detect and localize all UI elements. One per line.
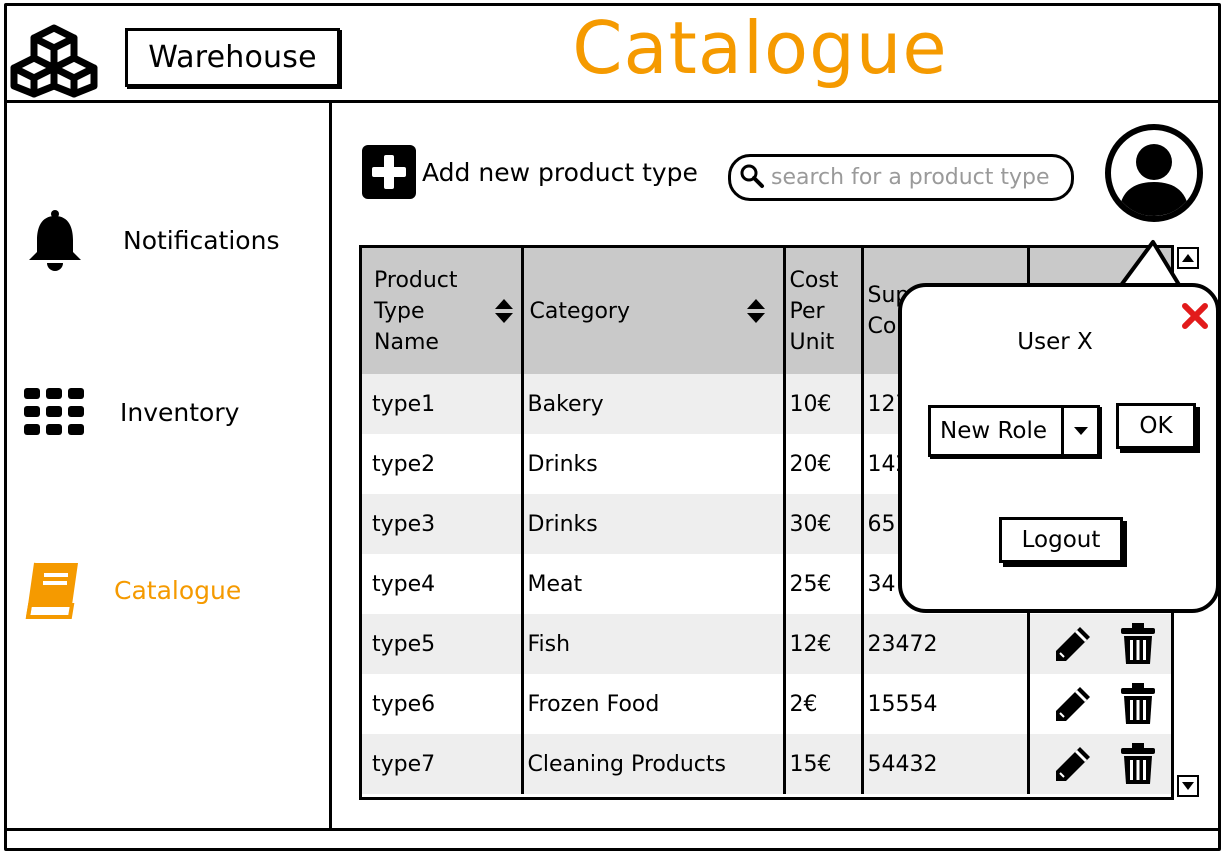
cell-category: Frozen Food — [522, 674, 786, 734]
header-word: Product — [374, 267, 458, 293]
cell-category: Meat — [522, 554, 786, 614]
edit-pencil-icon[interactable] — [1052, 683, 1094, 725]
add-product-type-button[interactable]: Add new product type — [362, 145, 698, 199]
sidebar-item-label: Inventory — [120, 397, 240, 427]
search-icon — [739, 163, 765, 193]
app-name-label: Warehouse — [125, 28, 340, 87]
delete-trash-icon[interactable] — [1118, 682, 1158, 726]
header-word: Category — [529, 298, 631, 324]
cell-cost: 20€ — [784, 434, 864, 494]
cell-category: Bakery — [522, 374, 786, 434]
bell-icon — [20, 208, 90, 272]
cell-code: 54432 — [862, 734, 1030, 794]
table-row[interactable]: type6 Frozen Food 2€ 15554 — [362, 674, 1174, 734]
cell-cost: 15€ — [784, 734, 864, 794]
role-select-value: New Role — [940, 418, 1048, 444]
cell-name: type6 — [362, 674, 524, 734]
header-word: Co — [867, 314, 897, 339]
boxes-logo-icon — [10, 20, 102, 98]
user-name-label: User X — [1017, 329, 1093, 355]
delete-trash-icon[interactable] — [1118, 742, 1158, 786]
cell-category: Drinks — [522, 434, 786, 494]
sidebar-item-inventory[interactable]: Inventory — [20, 380, 239, 444]
close-icon[interactable] — [1180, 301, 1210, 331]
cell-actions — [1028, 614, 1174, 674]
user-avatar-icon[interactable] — [1105, 124, 1203, 222]
table-row[interactable]: type7 Cleaning Products 15€ 54432 — [362, 734, 1174, 794]
header-word: Unit — [789, 329, 835, 355]
sort-icon[interactable] — [493, 297, 515, 325]
cell-name: type1 — [362, 374, 524, 434]
column-header-cost-per-unit[interactable]: Cost Per Unit — [784, 248, 864, 374]
header-word: Per — [789, 298, 825, 324]
sort-icon[interactable] — [745, 297, 767, 325]
add-product-type-label: Add new product type — [422, 157, 698, 187]
edit-pencil-icon[interactable] — [1052, 743, 1094, 785]
sidebar-item-label: Notifications — [123, 225, 280, 255]
cell-category: Cleaning Products — [522, 734, 786, 794]
sidebar-divider — [329, 103, 332, 828]
cell-name: type2 — [362, 434, 524, 494]
role-select[interactable]: New Role — [928, 405, 1100, 457]
scroll-down-icon[interactable] — [1177, 775, 1199, 797]
column-header-product-type-name[interactable]: Product Type Name — [362, 248, 524, 374]
cell-cost: 25€ — [784, 554, 864, 614]
header-word: Cost — [789, 267, 839, 293]
header-word: Type — [374, 298, 425, 324]
header-word: Name — [374, 329, 439, 355]
cell-name: type5 — [362, 614, 524, 674]
cell-cost: 12€ — [784, 614, 864, 674]
user-menu-popup: User X New Role OK Logout — [898, 283, 1220, 613]
cell-category: Fish — [522, 614, 786, 674]
cell-category: Drinks — [522, 494, 786, 554]
cell-code: 15554 — [862, 674, 1030, 734]
cell-cost: 2€ — [784, 674, 864, 734]
column-header-category[interactable]: Category — [522, 248, 786, 374]
book-icon — [18, 558, 88, 622]
cell-name: type4 — [362, 554, 524, 614]
edit-pencil-icon[interactable] — [1052, 623, 1094, 665]
cell-cost: 10€ — [784, 374, 864, 434]
header-divider — [4, 100, 1221, 103]
cell-actions — [1028, 734, 1174, 794]
plus-icon — [362, 145, 416, 199]
cell-code: 23472 — [862, 614, 1030, 674]
footer-divider — [4, 828, 1221, 831]
cell-name: type7 — [362, 734, 524, 794]
cell-name: type3 — [362, 494, 524, 554]
search-input[interactable] — [771, 165, 1071, 190]
sidebar-item-notifications[interactable]: Notifications — [20, 208, 279, 272]
chevron-down-icon[interactable] — [1061, 408, 1097, 454]
search-box[interactable] — [728, 154, 1074, 201]
cell-cost: 30€ — [784, 494, 864, 554]
delete-trash-icon[interactable] — [1118, 622, 1158, 666]
page-title: Catalogue — [572, 6, 948, 90]
sidebar-item-label: Catalogue — [114, 575, 242, 605]
ok-button[interactable]: OK — [1116, 403, 1196, 449]
grid-icon — [20, 380, 90, 444]
cell-actions — [1028, 674, 1174, 734]
logout-button[interactable]: Logout — [999, 517, 1123, 563]
table-row[interactable]: type5 Fish 12€ 23472 — [362, 614, 1174, 674]
sidebar-item-catalogue[interactable]: Catalogue — [18, 558, 241, 622]
